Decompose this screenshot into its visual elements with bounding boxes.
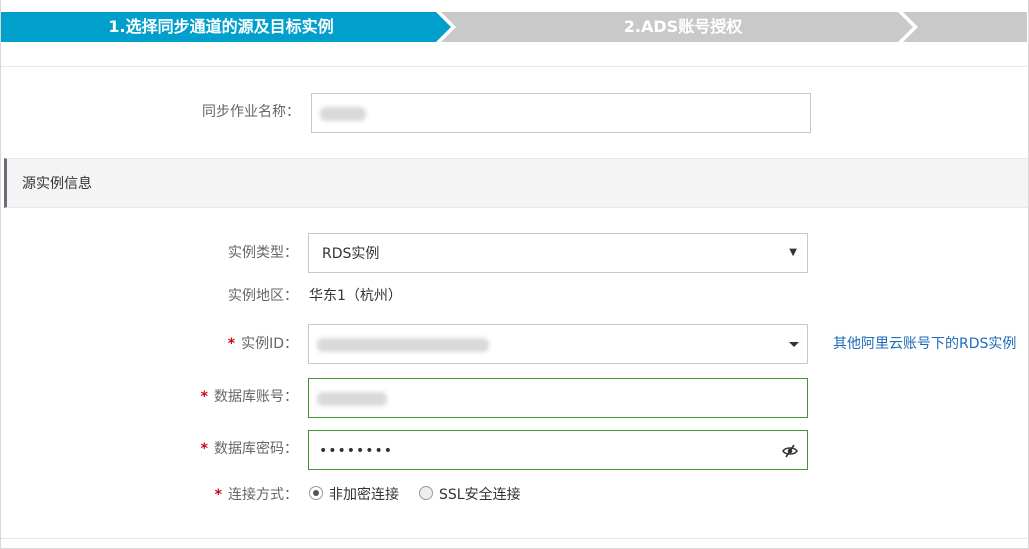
instance-region-label: 实例地区： [228,288,298,304]
radio-unencrypted[interactable] [309,486,323,500]
redacted-value [320,107,366,121]
db-password-input[interactable]: •••••••• [308,430,808,470]
job-name-input[interactable] [311,93,811,133]
instance-type-label: 实例类型： [228,245,298,261]
step-2-label[interactable]: 2.ADS账号授权 [453,12,913,42]
step-1-label[interactable]: 1.选择同步通道的源及目标实例 [1,12,441,42]
instance-type-value: RDS实例 [322,246,380,262]
section-title: 源实例信息 [22,176,92,192]
step-3-shape [903,12,1027,42]
password-value: •••••••• [319,443,394,459]
radio-unencrypted-label[interactable]: 非加密连接 [329,485,399,505]
instance-id-select[interactable] [308,324,808,364]
required-mark: * [200,389,208,405]
required-mark: * [200,441,208,457]
job-name-label: 同步作业名称： [202,104,300,120]
required-mark: * [227,336,236,352]
chevron-down-icon: ▼ [789,247,797,258]
db-account-label: * 数据库账号： [200,389,298,405]
bottom-divider [1,538,1027,539]
redacted-value [317,338,489,352]
instance-id-label: * 实例ID： [227,336,298,352]
connection-method-label: * 连接方式： [214,487,298,503]
redacted-value [317,392,387,406]
eye-slash-icon[interactable] [781,442,799,460]
radio-ssl[interactable] [419,486,433,500]
required-mark: * [214,487,222,503]
other-account-rds-link[interactable]: 其他阿里云账号下的RDS实例 [833,334,1016,354]
db-account-input[interactable] [308,378,808,418]
caret-down-icon [789,342,799,347]
radio-ssl-label[interactable]: SSL安全连接 [439,485,521,505]
instance-region-value: 华东1（杭州） [309,288,402,304]
db-password-label: * 数据库密码： [200,441,298,457]
wizard-steps: 1.选择同步通道的源及目标实例 2.ADS账号授权 [1,12,1027,42]
instance-type-select[interactable]: RDS实例 ▼ [308,233,808,273]
source-instance-section-header: 源实例信息 [4,158,1028,208]
top-divider [1,66,1027,67]
